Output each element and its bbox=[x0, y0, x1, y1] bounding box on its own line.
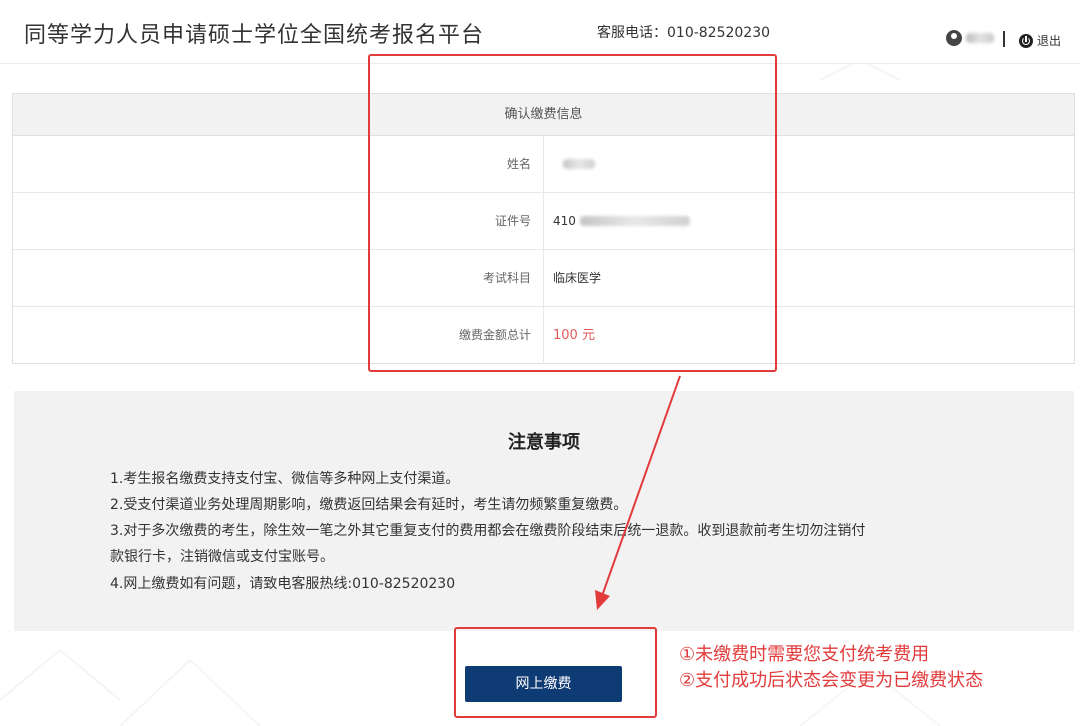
notice-item: 2.受支付渠道业务处理周期影响，缴费返回结果会有延时，考生请勿频繁重复缴费。 bbox=[110, 497, 628, 513]
annotation-text-unpaid: ①未缴费时需要您支付统考费用 bbox=[679, 644, 930, 665]
user-menu[interactable] bbox=[946, 30, 994, 46]
logout-label: 退出 bbox=[1037, 34, 1062, 48]
notice-item: 3.对于多次缴费的考生，除生效一笔之外其它重复支付的费用都会在缴费阶段结束后统一… bbox=[110, 523, 866, 539]
header-divider bbox=[1003, 31, 1005, 47]
annotation-box-pay-button bbox=[454, 627, 657, 718]
customer-service-hotline: 客服电话：010-82520230 bbox=[597, 25, 771, 41]
annotation-box-payment-info bbox=[368, 54, 777, 372]
power-icon bbox=[1019, 33, 1033, 48]
notice-item: 1.考生报名缴费支持支付宝、微信等多种网上支付渠道。 bbox=[110, 471, 460, 487]
annotation-text-paid: ②支付成功后状态会变更为已缴费状态 bbox=[679, 670, 984, 691]
notice-title: 注意事项 bbox=[508, 432, 580, 453]
notice-item: 款银行卡，注销微信或支付宝账号。 bbox=[110, 549, 334, 565]
user-icon bbox=[946, 30, 962, 46]
site-title: 同等学力人员申请硕士学位全国统考报名平台 bbox=[24, 23, 485, 48]
logout-button[interactable]: 退出 bbox=[1019, 32, 1061, 49]
notice-item: 4.网上缴费如有问题，请致电客服热线:010-82520230 bbox=[110, 576, 456, 592]
notice-panel: 注意事项 1.考生报名缴费支持支付宝、微信等多种网上支付渠道。 2.受支付渠道业… bbox=[14, 391, 1074, 631]
user-name-redacted bbox=[966, 33, 994, 43]
